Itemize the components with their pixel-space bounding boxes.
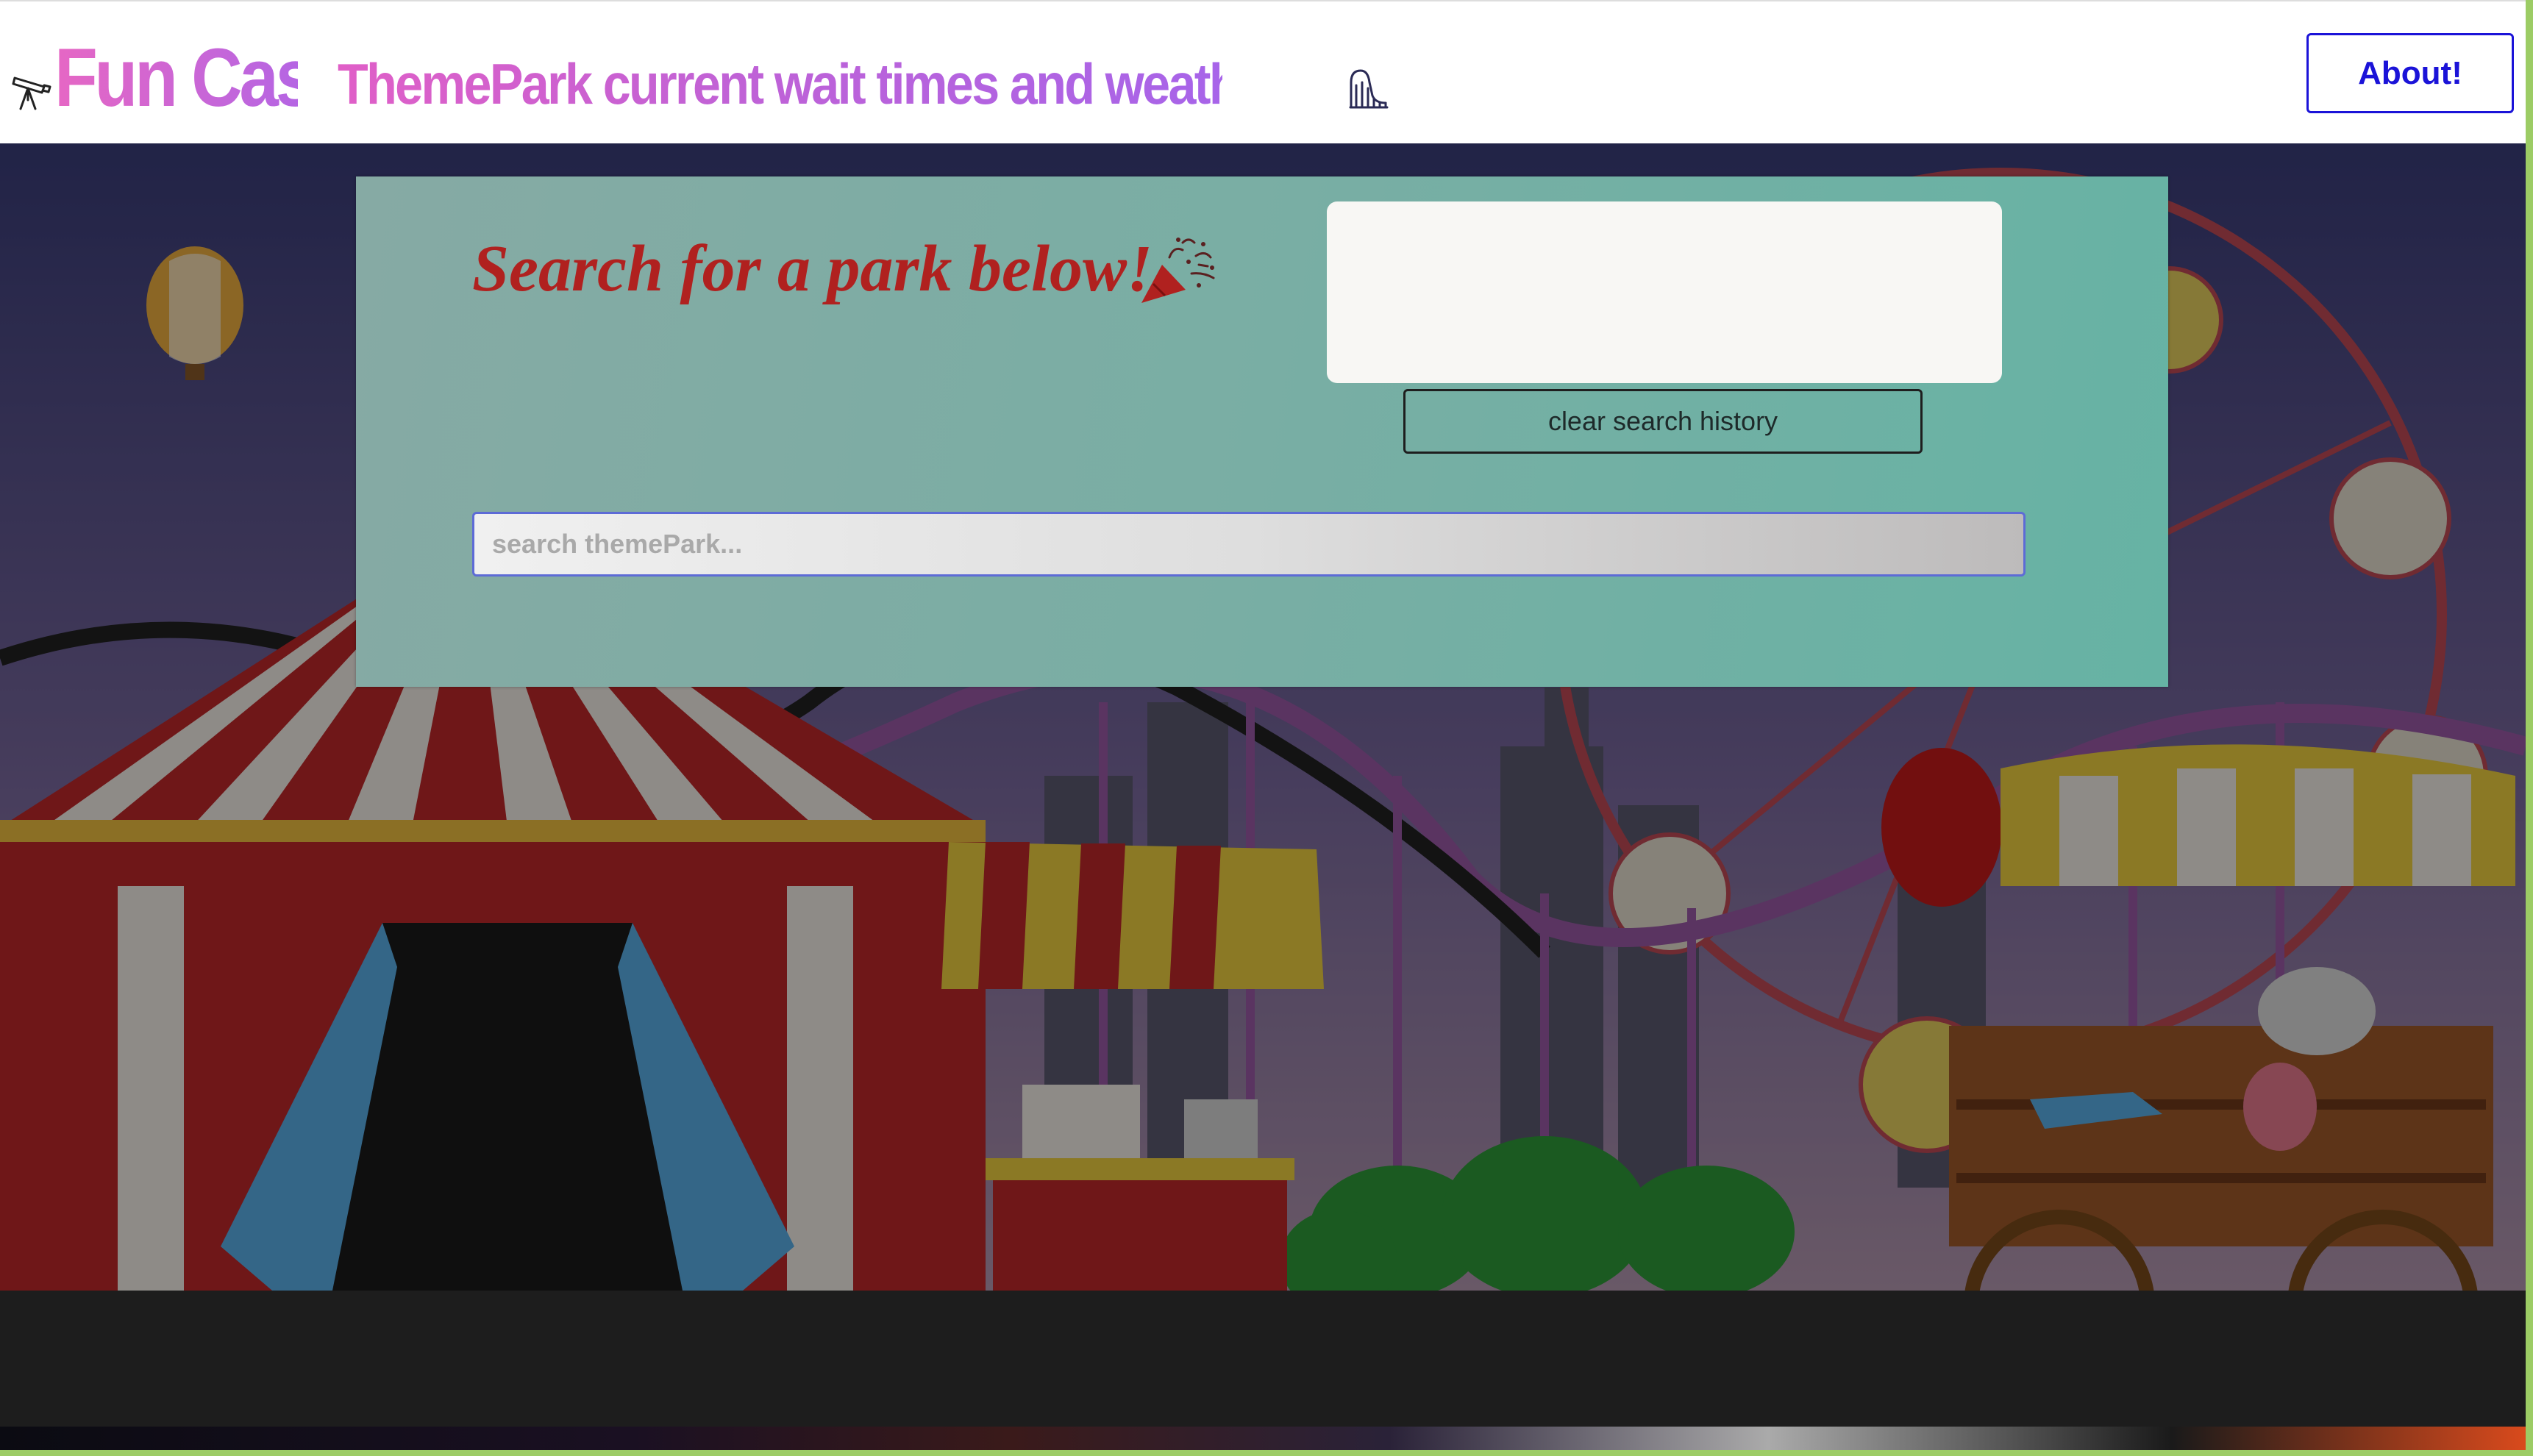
search-panel: Search for a park below! clear search hi… — [356, 176, 2168, 687]
brand-name: Fun Cast: — [54, 32, 356, 124]
bottom-strip — [0, 1427, 2526, 1450]
roller-coaster-icon — [1349, 69, 1389, 109]
about-button[interactable]: About! — [2306, 33, 2514, 113]
search-history-box — [1327, 201, 2002, 383]
brand-tagline: ThemePark current wait times and weather… — [338, 51, 1298, 116]
page: Fun Cast: ThemePark current wait times a… — [0, 0, 2526, 1450]
telescope-icon — [12, 76, 51, 110]
brand-title: Fun Cast: ThemePark current wait times a… — [10, 31, 1389, 119]
search-heading: Search for a park below! — [472, 232, 1153, 305]
search-input[interactable] — [472, 512, 2026, 577]
party-popper-icon — [1141, 238, 1215, 303]
top-header: Fun Cast: ThemePark current wait times a… — [0, 0, 2526, 143]
clear-search-history-button[interactable]: clear search history — [1403, 389, 1923, 454]
